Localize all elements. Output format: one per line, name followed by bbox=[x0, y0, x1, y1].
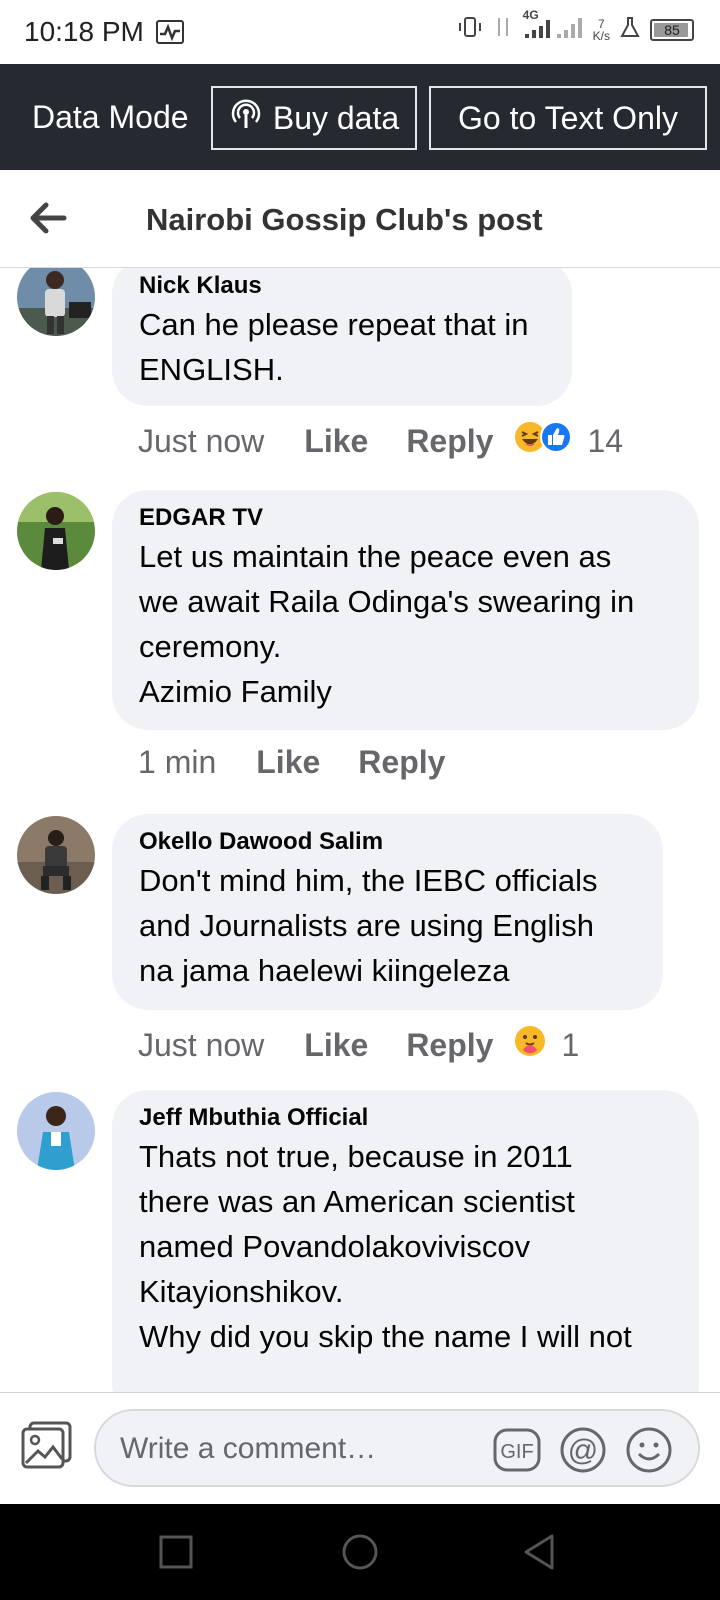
comment-actions: 1 min Like Reply bbox=[138, 744, 483, 781]
comment-bubble[interactable]: Okello Dawood Salim Don't mind him, the … bbox=[112, 814, 663, 1010]
text-only-button[interactable]: Go to Text Only bbox=[429, 86, 707, 150]
avatar[interactable] bbox=[17, 492, 95, 570]
comment-time[interactable]: Just now bbox=[138, 423, 264, 460]
comment-composer: GIF @ bbox=[0, 1392, 720, 1504]
battery-icon: 85 bbox=[650, 18, 694, 41]
reply-button[interactable]: Reply bbox=[406, 423, 493, 460]
gif-icon[interactable]: GIF bbox=[492, 1425, 542, 1475]
emoji-icon[interactable] bbox=[624, 1425, 674, 1475]
comment-bubble[interactable]: Jeff Mbuthia Official Thats not true, be… bbox=[112, 1090, 699, 1392]
comment-actions: Just now Like Reply 1 bbox=[138, 1024, 579, 1066]
comment-author[interactable]: EDGAR TV bbox=[139, 502, 673, 534]
status-time: 10:18 PM bbox=[24, 16, 144, 47]
reaction-count: 1 bbox=[561, 1026, 580, 1063]
like-button[interactable]: Like bbox=[304, 1027, 368, 1064]
signal-icon: 4G bbox=[523, 8, 583, 45]
speed-unit: K/s bbox=[592, 28, 610, 43]
data-transfer-icon bbox=[493, 14, 513, 45]
reactions-summary[interactable]: 14 bbox=[513, 420, 623, 462]
status-bar: 10:18 PM 4G 7 K/s 85 bbox=[0, 0, 720, 64]
comment-text: Don't mind him, the IEBC officials and J… bbox=[139, 863, 598, 988]
post-header: Nairobi Gossip Club's post bbox=[0, 170, 720, 268]
comments-feed[interactable]: Nick Klaus Can he please repeat that in … bbox=[0, 268, 720, 1392]
comment-author[interactable]: Nick Klaus bbox=[139, 270, 546, 302]
activity-monitor-icon bbox=[156, 20, 184, 44]
reactions-summary[interactable]: 1 bbox=[513, 1024, 579, 1066]
home-icon[interactable] bbox=[336, 1528, 384, 1576]
comment-input-box[interactable]: GIF @ bbox=[94, 1409, 700, 1487]
data-mode-label: Data Mode bbox=[32, 99, 189, 135]
broadcast-icon bbox=[229, 97, 263, 139]
comment-text: Thats not true, because in 2011 there wa… bbox=[139, 1139, 632, 1354]
reaction-count: 14 bbox=[587, 422, 624, 459]
comment-text: Let us maintain the peace even as we awa… bbox=[139, 539, 635, 709]
data-mode-bar: Data Mode Buy data Go to Text Only bbox=[0, 64, 720, 170]
photo-icon[interactable] bbox=[20, 1419, 74, 1471]
comment-author[interactable]: Jeff Mbuthia Official bbox=[139, 1102, 673, 1134]
back-arrow-icon[interactable] bbox=[28, 196, 72, 240]
page-title: Nairobi Gossip Club's post bbox=[146, 202, 543, 237]
buy-data-label: Buy data bbox=[272, 99, 400, 136]
comment-time[interactable]: 1 min bbox=[138, 744, 216, 781]
buy-data-button[interactable]: Buy data bbox=[211, 86, 417, 150]
avatar[interactable] bbox=[17, 816, 95, 894]
battery-level: 85 bbox=[664, 21, 680, 38]
speed-value: 7 bbox=[597, 16, 605, 31]
network-type: 4G bbox=[522, 8, 539, 22]
like-icon bbox=[539, 420, 573, 462]
comment-input[interactable] bbox=[120, 1429, 480, 1469]
like-button[interactable]: Like bbox=[256, 744, 320, 781]
comment-bubble[interactable]: Nick Klaus Can he please repeat that in … bbox=[112, 268, 572, 406]
care-icon bbox=[513, 1024, 547, 1066]
comment-author[interactable]: Okello Dawood Salim bbox=[139, 826, 637, 858]
vibrate-icon bbox=[457, 15, 483, 44]
comment-actions: Just now Like Reply 14 bbox=[138, 420, 623, 462]
speed-indicator: 7 K/s bbox=[593, 18, 610, 42]
flask-icon bbox=[620, 16, 640, 43]
mention-icon[interactable]: @ bbox=[558, 1425, 608, 1475]
comment-bubble[interactable]: EDGAR TV Let us maintain the peace even … bbox=[112, 490, 699, 730]
comment-text: Can he please repeat that in ENGLISH. bbox=[139, 307, 529, 387]
text-only-label: Go to Text Only bbox=[458, 99, 678, 136]
reply-button[interactable]: Reply bbox=[406, 1027, 493, 1064]
avatar[interactable] bbox=[17, 1092, 95, 1170]
mention-label: @ bbox=[568, 1434, 598, 1467]
back-icon[interactable] bbox=[516, 1528, 564, 1576]
avatar[interactable] bbox=[17, 268, 95, 336]
status-indicators: 4G 7 K/s 85 bbox=[457, 8, 694, 45]
comment-time[interactable]: Just now bbox=[138, 1027, 264, 1064]
reply-button[interactable]: Reply bbox=[358, 744, 445, 781]
like-button[interactable]: Like bbox=[304, 423, 368, 460]
recents-icon[interactable] bbox=[152, 1528, 200, 1576]
gif-label: GIF bbox=[500, 1441, 533, 1463]
system-nav-bar bbox=[0, 1504, 720, 1600]
